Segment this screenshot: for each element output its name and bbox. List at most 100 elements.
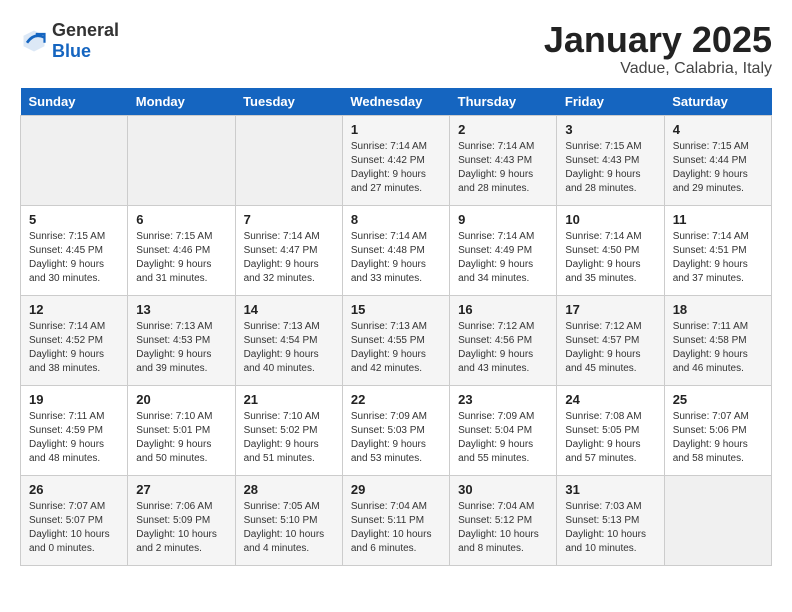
calendar-week-5: 26 Sunrise: 7:07 AM Sunset: 5:07 PM Dayli… [21,475,772,565]
calendar-title: January 2025 [544,20,772,60]
logo-blue: Blue [52,41,91,61]
day-info: Sunrise: 7:14 AM Sunset: 4:52 PM Dayligh… [29,320,119,376]
calendar-cell: 10Sunrise: 7:14 AM Sunset: 4:50 PM Dayli… [557,205,664,295]
day-info: Sunrise: 7:12 AM Sunset: 4:56 PM Dayligh… [458,320,548,376]
day-info: Sunrise: 7:05 AM Sunset: 5:10 PM Dayligh… [244,500,334,556]
calendar-week-3: 12 Sunrise: 7:14 AM Sunset: 4:52 PM Dayli… [21,295,772,385]
day-number: 29 [351,482,441,497]
weekday-header-friday: Friday [557,88,664,116]
day-info: Sunrise: 7:13 AM Sunset: 4:54 PM Dayligh… [244,320,334,376]
day-number: 30 [458,482,548,497]
calendar-cell [664,475,771,565]
day-number: 31 [565,482,655,497]
calendar-cell: 19 Sunrise: 7:11 AM Sunset: 4:59 PM Dayli… [21,385,128,475]
calendar-week-1: 1 Sunrise: 7:14 AM Sunset: 4:42 PM Daylig… [21,115,772,205]
calendar-cell: 6 Sunrise: 7:15 AM Sunset: 4:46 PM Daylig… [128,205,235,295]
calendar-table: SundayMondayTuesdayWednesdayThursdayFrid… [20,88,772,566]
day-info: Sunrise: 7:15 AM Sunset: 4:45 PM Dayligh… [29,230,119,286]
calendar-cell: 27 Sunrise: 7:06 AM Sunset: 5:09 PM Dayli… [128,475,235,565]
day-info: Sunrise: 7:12 AM Sunset: 4:57 PM Dayligh… [565,320,655,376]
day-number: 11 [673,212,763,227]
calendar-cell: 11Sunrise: 7:14 AM Sunset: 4:51 PM Dayli… [664,205,771,295]
calendar-cell: 20 Sunrise: 7:10 AM Sunset: 5:01 PM Dayli… [128,385,235,475]
day-info: Sunrise: 7:15 AM Sunset: 4:46 PM Dayligh… [136,230,226,286]
weekday-header-tuesday: Tuesday [235,88,342,116]
calendar-cell: 1 Sunrise: 7:14 AM Sunset: 4:42 PM Daylig… [342,115,449,205]
title-block: January 2025 Vadue, Calabria, Italy [544,20,772,78]
day-number: 6 [136,212,226,227]
calendar-cell [235,115,342,205]
calendar-cell: 23 Sunrise: 7:09 AM Sunset: 5:04 PM Dayli… [450,385,557,475]
day-number: 7 [244,212,334,227]
day-number: 8 [351,212,441,227]
day-info: Sunrise: 7:06 AM Sunset: 5:09 PM Dayligh… [136,500,226,556]
day-number: 22 [351,392,441,407]
day-info: Sunrise: 7:13 AM Sunset: 4:53 PM Dayligh… [136,320,226,376]
day-number: 13 [136,302,226,317]
calendar-cell: 15 Sunrise: 7:13 AM Sunset: 4:55 PM Dayli… [342,295,449,385]
calendar-cell: 31 Sunrise: 7:03 AM Sunset: 5:13 PM Dayli… [557,475,664,565]
calendar-cell: 29 Sunrise: 7:04 AM Sunset: 5:11 PM Dayli… [342,475,449,565]
day-info: Sunrise: 7:14 AM Sunset: 4:42 PM Dayligh… [351,140,441,196]
day-number: 1 [351,122,441,137]
day-number: 23 [458,392,548,407]
calendar-cell: 14 Sunrise: 7:13 AM Sunset: 4:54 PM Dayli… [235,295,342,385]
day-number: 3 [565,122,655,137]
day-number: 16 [458,302,548,317]
calendar-cell: 2Sunrise: 7:14 AM Sunset: 4:43 PM Daylig… [450,115,557,205]
day-info: Sunrise: 7:14 AM Sunset: 4:47 PM Dayligh… [244,230,334,286]
calendar-cell: 30Sunrise: 7:04 AM Sunset: 5:12 PM Dayli… [450,475,557,565]
logo-text: General Blue [52,20,119,62]
logo: General Blue [20,20,119,62]
day-info: Sunrise: 7:14 AM Sunset: 4:49 PM Dayligh… [458,230,548,286]
day-info: Sunrise: 7:07 AM Sunset: 5:07 PM Dayligh… [29,500,119,556]
calendar-cell: 12 Sunrise: 7:14 AM Sunset: 4:52 PM Dayli… [21,295,128,385]
day-info: Sunrise: 7:03 AM Sunset: 5:13 PM Dayligh… [565,500,655,556]
calendar-cell: 16 Sunrise: 7:12 AM Sunset: 4:56 PM Dayli… [450,295,557,385]
day-number: 4 [673,122,763,137]
day-info: Sunrise: 7:11 AM Sunset: 4:59 PM Dayligh… [29,410,119,466]
calendar-cell: 3Sunrise: 7:15 AM Sunset: 4:43 PM Daylig… [557,115,664,205]
logo-general: General [52,20,119,40]
day-info: Sunrise: 7:14 AM Sunset: 4:43 PM Dayligh… [458,140,548,196]
day-number: 20 [136,392,226,407]
calendar-cell: 21Sunrise: 7:10 AM Sunset: 5:02 PM Dayli… [235,385,342,475]
calendar-cell: 5 Sunrise: 7:15 AM Sunset: 4:45 PM Daylig… [21,205,128,295]
day-number: 27 [136,482,226,497]
calendar-cell [21,115,128,205]
calendar-cell: 4 Sunrise: 7:15 AM Sunset: 4:44 PM Daylig… [664,115,771,205]
weekday-header-sunday: Sunday [21,88,128,116]
weekday-header-thursday: Thursday [450,88,557,116]
day-info: Sunrise: 7:09 AM Sunset: 5:04 PM Dayligh… [458,410,548,466]
day-number: 26 [29,482,119,497]
weekday-header-saturday: Saturday [664,88,771,116]
day-number: 14 [244,302,334,317]
day-number: 17 [565,302,655,317]
day-info: Sunrise: 7:10 AM Sunset: 5:01 PM Dayligh… [136,410,226,466]
day-info: Sunrise: 7:14 AM Sunset: 4:48 PM Dayligh… [351,230,441,286]
calendar-cell: 7 Sunrise: 7:14 AM Sunset: 4:47 PM Daylig… [235,205,342,295]
day-info: Sunrise: 7:09 AM Sunset: 5:03 PM Dayligh… [351,410,441,466]
calendar-subtitle: Vadue, Calabria, Italy [544,60,772,78]
calendar-week-2: 5 Sunrise: 7:15 AM Sunset: 4:45 PM Daylig… [21,205,772,295]
weekday-header-wednesday: Wednesday [342,88,449,116]
day-info: Sunrise: 7:15 AM Sunset: 4:44 PM Dayligh… [673,140,763,196]
day-number: 9 [458,212,548,227]
calendar-cell: 24Sunrise: 7:08 AM Sunset: 5:05 PM Dayli… [557,385,664,475]
day-number: 10 [565,212,655,227]
logo-icon [20,27,48,55]
day-number: 12 [29,302,119,317]
weekday-header-row: SundayMondayTuesdayWednesdayThursdayFrid… [21,88,772,116]
calendar-cell: 9 Sunrise: 7:14 AM Sunset: 4:49 PM Daylig… [450,205,557,295]
weekday-header-monday: Monday [128,88,235,116]
day-number: 15 [351,302,441,317]
day-info: Sunrise: 7:13 AM Sunset: 4:55 PM Dayligh… [351,320,441,376]
day-info: Sunrise: 7:04 AM Sunset: 5:11 PM Dayligh… [351,500,441,556]
calendar-cell: 17 Sunrise: 7:12 AM Sunset: 4:57 PM Dayli… [557,295,664,385]
day-info: Sunrise: 7:11 AM Sunset: 4:58 PM Dayligh… [673,320,763,376]
day-number: 21 [244,392,334,407]
calendar-cell: 13 Sunrise: 7:13 AM Sunset: 4:53 PM Dayli… [128,295,235,385]
day-number: 19 [29,392,119,407]
day-number: 5 [29,212,119,227]
day-info: Sunrise: 7:08 AM Sunset: 5:05 PM Dayligh… [565,410,655,466]
